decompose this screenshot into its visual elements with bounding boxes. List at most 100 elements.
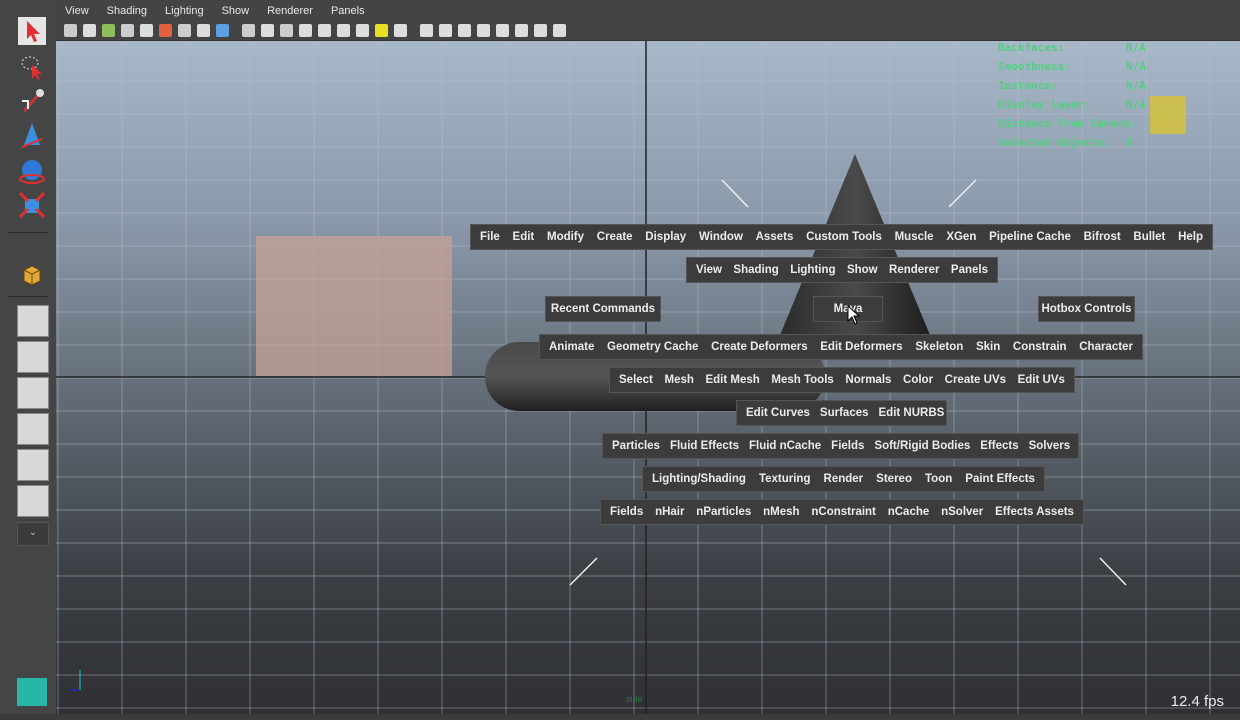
scale-icon[interactable] <box>16 190 48 220</box>
hotbox-item[interactable]: Fields <box>826 440 869 452</box>
four-view-layout-icon[interactable] <box>17 341 49 373</box>
hotbox-controls[interactable]: Hotbox Controls <box>1038 296 1135 322</box>
hotbox-item[interactable]: Create UVs <box>940 374 1011 386</box>
lasso-icon[interactable] <box>16 52 48 82</box>
hotbox-item[interactable]: Skin <box>971 341 1005 353</box>
panel-toolbar-icon[interactable] <box>159 24 172 37</box>
panel-menu-renderer[interactable]: Renderer <box>258 5 322 17</box>
hotbox-item[interactable]: Edit Curves <box>741 407 815 419</box>
panel-toolbar-icon[interactable] <box>83 24 96 37</box>
hotbox-item[interactable]: XGen <box>941 231 981 243</box>
panel-toolbar-icon[interactable] <box>64 24 77 37</box>
hotbox-item[interactable]: Geometry Cache <box>602 341 703 353</box>
panel-menu-view[interactable]: View <box>56 5 98 17</box>
panel-toolbar-icon[interactable] <box>439 24 452 37</box>
hotbox-item[interactable]: Modify <box>542 231 589 243</box>
hotbox-item[interactable]: Surfaces <box>815 407 874 419</box>
hotbox-item[interactable]: nSolver <box>936 506 988 518</box>
hotbox-item[interactable]: nConstraint <box>806 506 881 518</box>
rotate-icon[interactable] <box>16 156 48 186</box>
hotbox-item[interactable]: Particles <box>607 440 665 452</box>
viewport[interactable]: View Shading Lighting Show Renderer Pane… <box>56 0 1240 720</box>
panel-toolbar-icon[interactable] <box>102 24 115 37</box>
cube-icon[interactable] <box>16 260 48 290</box>
outliner-layout-icon[interactable] <box>17 377 49 409</box>
panel-toolbar-icon[interactable] <box>375 24 388 37</box>
panel-menu-panels[interactable]: Panels <box>322 5 374 17</box>
panel-toolbar-icon[interactable] <box>356 24 369 37</box>
hotbox-item[interactable]: Mesh Tools <box>766 374 838 386</box>
hotbox-item[interactable]: Bullet <box>1128 231 1170 243</box>
hotbox-item[interactable]: Pipeline Cache <box>984 231 1076 243</box>
hotbox-item[interactable]: Create <box>592 231 638 243</box>
hotbox-item[interactable]: nParticles <box>691 506 756 518</box>
hotbox-item[interactable]: View <box>691 264 727 276</box>
panel-toolbar-icon[interactable] <box>534 24 547 37</box>
hotbox-item[interactable]: Panels <box>946 264 993 276</box>
hotbox-item[interactable]: Character <box>1074 341 1138 353</box>
hotbox-item[interactable]: Edit Mesh <box>700 374 764 386</box>
panel-toolbar-icon[interactable] <box>420 24 433 37</box>
hotbox-item[interactable]: Edit NURBS <box>874 407 950 419</box>
hotbox-item[interactable]: Effects Assets <box>990 506 1079 518</box>
hotbox-item[interactable]: Skeleton <box>910 341 968 353</box>
hotbox-item[interactable]: Solvers <box>1024 440 1076 452</box>
panel-menu-show[interactable]: Show <box>213 5 259 17</box>
hotbox-item[interactable]: Assets <box>751 231 799 243</box>
hotbox-item[interactable]: Help <box>1173 231 1208 243</box>
hotbox-item[interactable]: nHair <box>650 506 689 518</box>
hotbox-item[interactable]: Custom Tools <box>801 231 887 243</box>
hotbox-item[interactable]: Lighting/Shading <box>647 473 751 485</box>
hotbox-item[interactable]: Render <box>819 473 869 485</box>
panel-toolbar-icon[interactable] <box>553 24 566 37</box>
hotbox-item[interactable]: Color <box>898 374 938 386</box>
panel-toolbar-icon[interactable] <box>121 24 134 37</box>
panel-toolbar-icon[interactable] <box>216 24 229 37</box>
hotbox-item[interactable]: File <box>475 231 505 243</box>
hotbox-item[interactable]: Edit UVs <box>1013 374 1070 386</box>
panel-toolbar-icon[interactable] <box>394 24 407 37</box>
hotbox-item[interactable]: Edit <box>508 231 540 243</box>
panel-toolbar-icon[interactable] <box>477 24 490 37</box>
hotbox-item[interactable]: Display <box>640 231 691 243</box>
single-view-layout-icon[interactable] <box>17 305 49 337</box>
hotbox-item[interactable]: Muscle <box>890 231 939 243</box>
layout-dropdown-icon[interactable]: ⌄ <box>17 522 49 546</box>
panel-toolbar-icon[interactable] <box>197 24 210 37</box>
paint-select-icon[interactable] <box>16 86 48 116</box>
hotbox-item[interactable]: Shading <box>728 264 783 276</box>
hotbox-item[interactable]: Show <box>842 264 883 276</box>
hotbox-item[interactable]: Create Deformers <box>706 341 813 353</box>
script-layout-icon[interactable] <box>17 485 49 517</box>
panel-toolbar-icon[interactable] <box>515 24 528 37</box>
hotbox-item[interactable]: Constrain <box>1008 341 1072 353</box>
hotbox-item[interactable]: Renderer <box>884 264 945 276</box>
select-arrow-icon[interactable] <box>16 16 48 46</box>
panel-toolbar-icon[interactable] <box>178 24 191 37</box>
panel-toolbar-icon[interactable] <box>318 24 331 37</box>
panel-toolbar-icon[interactable] <box>496 24 509 37</box>
panel-toolbar-icon[interactable] <box>242 24 255 37</box>
hotbox-item[interactable]: Effects <box>975 440 1023 452</box>
hotbox-recent-commands[interactable]: Recent Commands <box>545 296 661 322</box>
panel-menu-lighting[interactable]: Lighting <box>156 5 213 17</box>
hotbox-item[interactable]: Stereo <box>871 473 917 485</box>
hotbox-item[interactable]: Window <box>694 231 748 243</box>
hotbox-item[interactable]: Animate <box>544 341 599 353</box>
hotbox-item[interactable]: Mesh <box>659 374 698 386</box>
hotbox-item[interactable]: Fluid Effects <box>665 440 744 452</box>
panel-toolbar-icon[interactable] <box>261 24 274 37</box>
hotbox-item[interactable]: nCache <box>883 506 935 518</box>
graph-layout-icon[interactable] <box>17 413 49 445</box>
hotbox-item[interactable]: Bifrost <box>1079 231 1126 243</box>
hotbox-item[interactable]: Fluid nCache <box>744 440 826 452</box>
panel-toolbar-icon[interactable] <box>280 24 293 37</box>
panel-toolbar-icon[interactable] <box>337 24 350 37</box>
hotbox-item[interactable]: Texturing <box>754 473 816 485</box>
hotbox-item[interactable]: Soft/Rigid Bodies <box>869 440 975 452</box>
hotbox-item[interactable]: Normals <box>840 374 896 386</box>
hotbox-item[interactable]: nMesh <box>758 506 804 518</box>
hotbox-item[interactable]: Toon <box>920 473 957 485</box>
hotbox-item[interactable]: Edit Deformers <box>815 341 907 353</box>
hotbox-item[interactable]: Lighting <box>785 264 840 276</box>
